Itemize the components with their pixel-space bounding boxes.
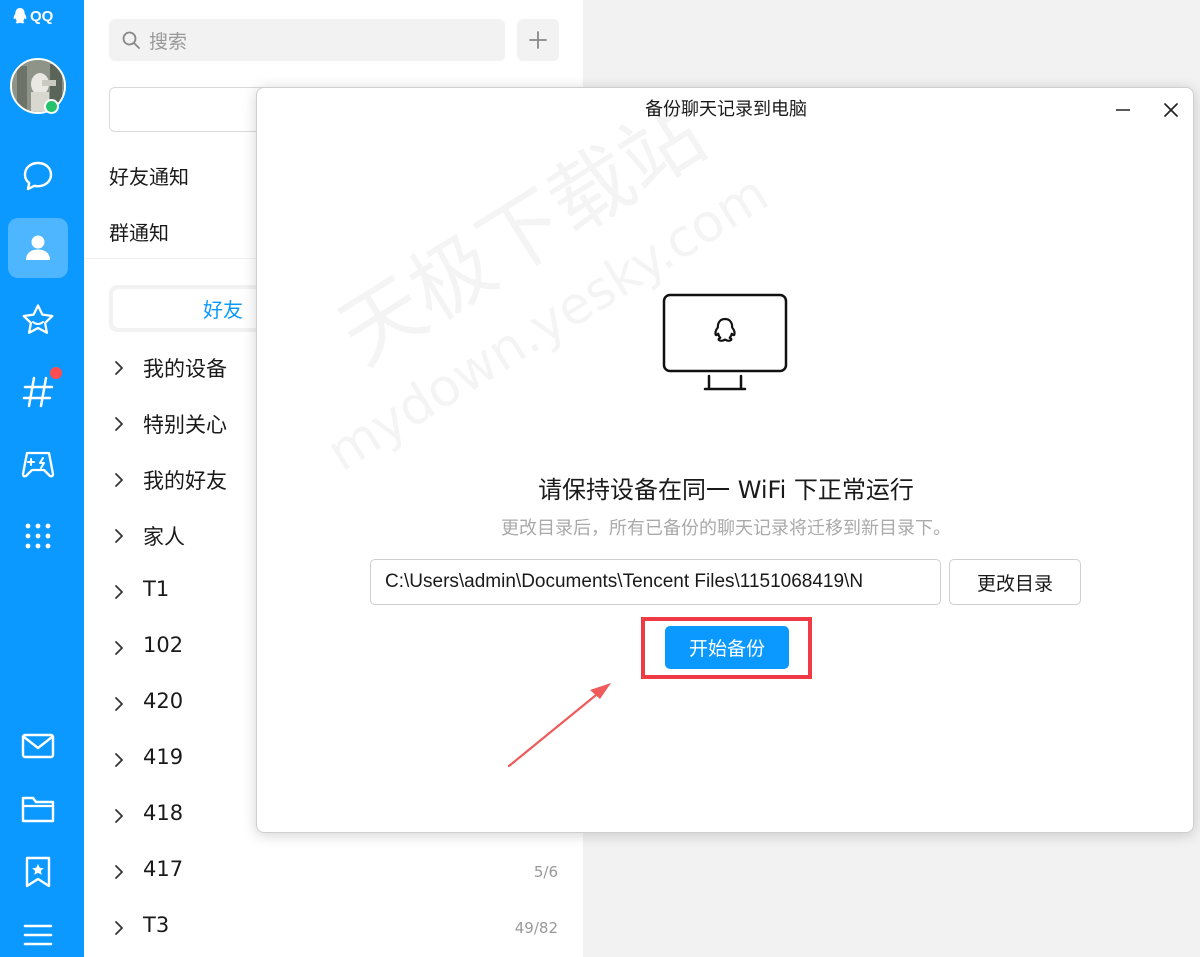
friend-group-name: 420: [143, 689, 184, 713]
penguin-icon: [13, 8, 27, 24]
search-input[interactable]: 搜索: [109, 19, 505, 61]
search-icon: [122, 31, 140, 49]
chevron-right-icon: [115, 529, 123, 543]
friend-group-count: 49/82: [514, 919, 558, 937]
rail-favorites-button[interactable]: [8, 290, 68, 350]
friend-group-row[interactable]: T3 49/82: [84, 900, 583, 956]
dialog-subtext: 更改目录后，所有已备份的聊天记录将迁移到新目录下。: [501, 518, 951, 539]
game-icon: [21, 451, 55, 478]
folder-icon: [21, 796, 55, 823]
chevron-right-icon: [115, 361, 123, 375]
dialog-title: 备份聊天记录到电脑: [645, 99, 807, 120]
chat-bubble-icon: [23, 161, 53, 191]
rail-chat-button[interactable]: [8, 146, 68, 206]
friend-group-name: 家人: [143, 525, 185, 549]
friend-group-name: 102: [143, 633, 184, 657]
friend-group-name: 417: [143, 857, 184, 881]
dialog-heading: 请保持设备在同一 WiFi 下正常运行: [538, 476, 914, 504]
close-button[interactable]: [1157, 97, 1185, 123]
backup-dialog: 天极下载站 mydown.yesky.com 备份聊天记录到电脑 请保持设备在同…: [256, 87, 1194, 833]
chevron-right-icon: [115, 417, 123, 431]
friend-group-name: 特别关心: [143, 413, 227, 437]
mail-icon: [21, 733, 55, 759]
change-directory-button[interactable]: 更改目录: [949, 559, 1081, 605]
friend-group-count: 5/6: [533, 863, 558, 881]
friend-group-name: T1: [143, 577, 170, 601]
chevron-right-icon: [115, 753, 123, 767]
watermark: 天极下载站 mydown.yesky.com: [317, 88, 779, 483]
chevron-right-icon: [115, 697, 123, 711]
rail-game-button[interactable]: [8, 434, 68, 494]
friend-group-row[interactable]: 417 5/6: [84, 844, 583, 900]
chevron-right-icon: [115, 641, 123, 655]
bookmark-star-icon: [25, 856, 51, 888]
backup-path-input[interactable]: [370, 559, 941, 605]
rail-mail-button[interactable]: [8, 716, 68, 776]
add-button[interactable]: [517, 19, 559, 61]
friend-group-name: 我的好友: [143, 469, 227, 493]
chevron-right-icon: [115, 585, 123, 599]
friend-group-name: T3: [143, 913, 170, 937]
menu-icon: [23, 924, 53, 946]
online-status-dot: [44, 99, 59, 114]
annotation-arrow: [507, 683, 611, 768]
group-notification[interactable]: 群通知: [109, 217, 169, 246]
rail-contacts-button[interactable]: [8, 218, 68, 278]
rail-menu-button[interactable]: [8, 905, 68, 957]
friend-group-name: 419: [143, 745, 184, 769]
chevron-right-icon: [115, 809, 123, 823]
close-icon: [1164, 103, 1178, 117]
minimize-icon: [1116, 109, 1130, 111]
rail-bookmarks-button[interactable]: [8, 842, 68, 902]
app-logo-text: QQ: [30, 7, 54, 25]
chevron-right-icon: [115, 865, 123, 879]
left-rail: QQ: [0, 0, 84, 957]
minimize-button[interactable]: [1109, 97, 1137, 123]
qq-logo: QQ: [12, 7, 53, 25]
rail-apps-button[interactable]: [8, 506, 68, 566]
start-backup-button[interactable]: 开始备份: [665, 626, 789, 669]
friend-group-name: 我的设备: [143, 357, 227, 381]
chevron-right-icon: [115, 921, 123, 935]
chevron-right-icon: [115, 473, 123, 487]
hashtag-icon: [22, 376, 54, 408]
friend-notification[interactable]: 好友通知: [109, 161, 189, 190]
star-icon: [22, 304, 54, 334]
search-placeholder: 搜索: [149, 30, 188, 53]
contacts-icon: [26, 235, 50, 260]
rail-files-button[interactable]: [8, 779, 68, 839]
notification-badge: [50, 367, 62, 379]
monitor-penguin-icon: [662, 293, 788, 391]
plus-icon: [529, 31, 547, 49]
apps-grid-icon: [25, 523, 51, 549]
friend-group-name: 418: [143, 801, 184, 825]
